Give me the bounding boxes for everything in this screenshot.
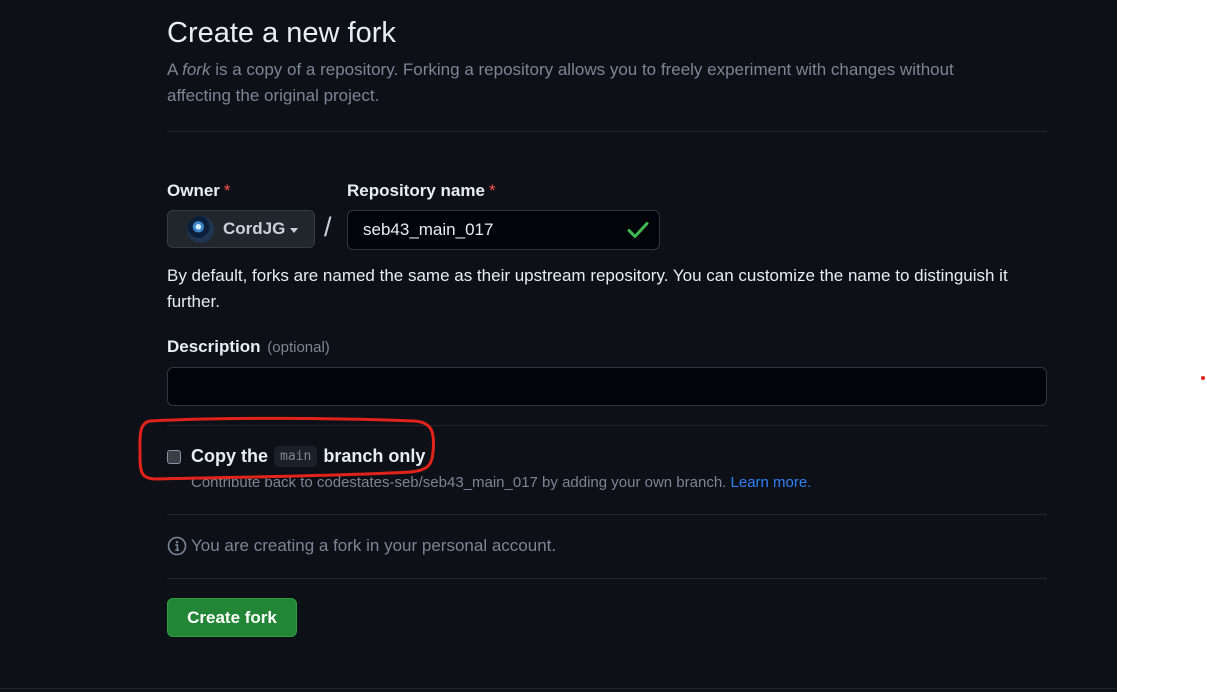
owner-name: CordJG — [223, 219, 286, 238]
repository-name-input[interactable] — [347, 210, 660, 250]
copy-branch-note-text: Contribute back to codestates-seb/seb43_… — [191, 474, 727, 491]
copy-main-branch-checkbox[interactable] — [167, 450, 181, 464]
copy-branch-note: Contribute back to codestates-seb/seb43_… — [191, 474, 811, 491]
copy-main-branch-label[interactable]: Copy the main branch only — [191, 446, 425, 467]
description-optional-note: (optional) — [267, 339, 330, 356]
learn-more-link[interactable]: Learn more. — [731, 474, 812, 491]
repository-name-label-text: Repository name — [347, 181, 485, 200]
copy-label-suffix: branch only — [323, 446, 426, 466]
fork-page-panel: Create a new fork A fork is a copy of a … — [0, 0, 1117, 692]
avatar — [187, 215, 214, 243]
description-label-text: Description — [167, 337, 261, 356]
divider — [167, 425, 1047, 426]
description-input[interactable] — [167, 367, 1047, 406]
check-icon — [627, 222, 649, 238]
owner-select-button[interactable]: CordJG — [167, 210, 315, 248]
owner-required-mark: * — [223, 181, 231, 200]
page-title: Create a new fork — [167, 17, 396, 49]
owner-repo-separator: / — [324, 212, 332, 242]
app-root: Create a new fork A fork is a copy of a … — [0, 0, 1207, 692]
caret-down-icon — [290, 227, 299, 233]
personal-account-notice: You are creating a fork in your personal… — [167, 536, 556, 556]
repository-name-label: Repository name * — [347, 181, 496, 201]
divider — [167, 514, 1047, 515]
page-subtitle: A fork is a copy of a repository. Forkin… — [167, 57, 1017, 109]
branch-name-code: main — [274, 446, 318, 467]
repository-name-hint: By default, forks are named the same as … — [167, 266, 1008, 311]
subtitle-prefix: A — [167, 60, 183, 79]
divider — [167, 131, 1047, 132]
subtitle-text: is a copy of a repository. Forking a rep… — [167, 60, 954, 105]
divider — [167, 578, 1047, 579]
description-label: Description (optional) — [167, 337, 330, 357]
red-annotation-dot — [1201, 376, 1205, 380]
repository-required-mark: * — [488, 181, 496, 200]
info-icon — [167, 536, 187, 556]
subtitle-emphasis: fork — [182, 60, 211, 79]
owner-label: Owner * — [167, 181, 231, 201]
copy-label-prefix: Copy the — [191, 446, 269, 466]
owner-label-text: Owner — [167, 181, 220, 200]
bottom-border — [0, 688, 1117, 689]
create-fork-button[interactable]: Create fork — [167, 598, 297, 637]
personal-account-notice-text: You are creating a fork in your personal… — [191, 536, 557, 555]
